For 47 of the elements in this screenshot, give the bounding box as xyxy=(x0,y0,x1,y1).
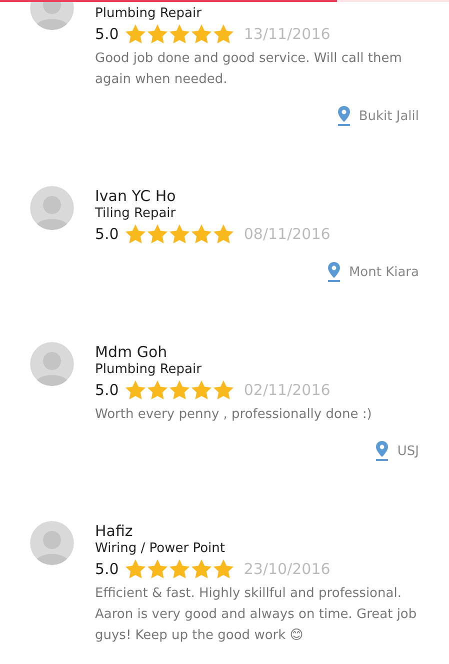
service-type: Plumbing Repair xyxy=(95,362,202,378)
review-date: 23/10/2016 xyxy=(244,560,330,578)
star-icon xyxy=(168,559,190,579)
location-pin-icon xyxy=(326,262,341,282)
star-icon xyxy=(146,24,168,44)
star-icon xyxy=(146,559,168,579)
star-icon xyxy=(168,380,190,400)
location-pin-icon xyxy=(375,441,390,461)
rating-score: 5.0 xyxy=(95,225,119,243)
location-label: USJ xyxy=(397,444,419,458)
star-icon xyxy=(212,559,234,579)
avatar-icon xyxy=(30,342,74,386)
star-icon xyxy=(124,24,146,44)
star-icon xyxy=(168,24,190,44)
reviewer-name: Hafiz xyxy=(95,521,134,541)
star-icon xyxy=(146,224,168,244)
star-icon xyxy=(190,24,212,44)
rating-score: 5.0 xyxy=(95,25,119,43)
location-label: Mont Kiara xyxy=(348,264,419,280)
avatar-icon xyxy=(30,186,74,230)
star-icon xyxy=(124,380,146,400)
star-icon xyxy=(190,559,212,579)
star-icon xyxy=(212,380,234,400)
reviewer-name: Mdm Goh xyxy=(95,342,168,362)
star-icon xyxy=(146,380,168,400)
star-icon xyxy=(212,24,234,44)
location-pin-icon xyxy=(336,106,351,126)
rating-score: 5.0 xyxy=(95,560,119,578)
review-comment: Efficient & fast. Highly skillful and professional. Aaron is very good and always on time. Great job guys! Keep up the good work 😊 xyxy=(95,585,418,645)
service-type: Wiring / Power Point xyxy=(95,541,225,557)
review-comment: Worth every penny , professionally done :) xyxy=(95,406,373,424)
star-icon xyxy=(124,559,146,579)
service-type: Plumbing Repair xyxy=(95,6,202,22)
reviewer-name: Ivan YC Ho xyxy=(95,186,177,206)
star-icon xyxy=(212,224,234,244)
star-icon xyxy=(168,224,190,244)
review-comment: Good job done and good service. Will call them again when needed. xyxy=(95,50,403,89)
rating-score: 5.0 xyxy=(95,381,119,399)
star-icon xyxy=(190,224,212,244)
service-type: Tiling Repair xyxy=(95,206,176,222)
avatar-icon xyxy=(30,521,74,565)
review-date: 13/11/2016 xyxy=(244,25,330,43)
review-date: 08/11/2016 xyxy=(244,225,330,243)
star-icon xyxy=(190,380,212,400)
review-date: 02/11/2016 xyxy=(244,381,330,399)
location-label: Bukit Jalil xyxy=(358,108,419,124)
star-icon xyxy=(124,224,146,244)
